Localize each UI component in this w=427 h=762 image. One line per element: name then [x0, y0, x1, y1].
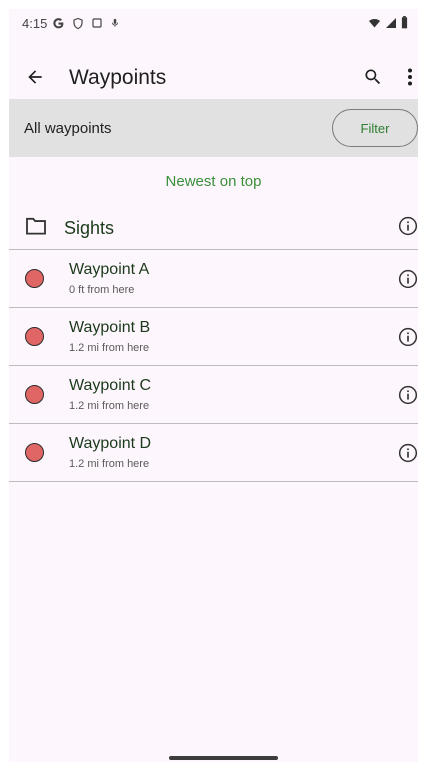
group-label: Sights: [64, 218, 115, 238]
arrow-back-icon: [28, 70, 42, 84]
waypoint-color-dot: [25, 269, 44, 288]
waypoint-distance: 1.2 mi from here: [69, 458, 150, 470]
list-item[interactable]: Waypoint D 1.2 mi from here: [9, 424, 418, 482]
vpn-shield-icon: [72, 17, 84, 30]
waypoint-distance: 1.2 mi from here: [69, 342, 150, 354]
google-icon: [52, 17, 65, 30]
waypoint-distance: 1.2 mi from here: [69, 400, 150, 412]
info-icon[interactable]: [398, 269, 418, 289]
list-item[interactable]: Waypoint B 1.2 mi from here: [9, 308, 418, 366]
waypoint-color-dot: [25, 385, 44, 404]
screen-icon: [91, 17, 103, 29]
info-icon[interactable]: [398, 216, 418, 236]
folder-icon: [25, 217, 47, 240]
waypoint-name: Waypoint D: [69, 435, 152, 452]
status-time: 4:15: [22, 15, 48, 31]
filter-button[interactable]: Filter: [332, 109, 418, 147]
waypoint-name: Waypoint B: [69, 319, 151, 336]
waypoint-name: Waypoint C: [69, 377, 152, 394]
waypoint-color-dot: [25, 443, 44, 462]
app-bar: Waypoints: [9, 49, 418, 105]
gesture-nav-handle[interactable]: [169, 756, 278, 760]
waypoint-distance: 0 ft from here: [69, 284, 135, 296]
search-icon: [365, 69, 381, 85]
status-bar: 4:15: [9, 9, 418, 37]
waypoint-name: Waypoint A: [69, 261, 150, 278]
wifi-icon: [368, 17, 381, 32]
status-icons-right: [368, 16, 408, 32]
status-icons-left: [52, 17, 120, 30]
waypoint-color-dot: [25, 327, 44, 346]
filter-label: All waypoints: [24, 120, 112, 137]
waypoint-list: Sights Waypoint A 0 ft from here Waypoin…: [9, 203, 418, 482]
group-row-sights[interactable]: Sights: [9, 203, 418, 250]
filter-bar: All waypoints Filter: [9, 99, 418, 157]
battery-icon: [401, 16, 408, 32]
info-icon[interactable]: [398, 385, 418, 405]
list-item[interactable]: Waypoint C 1.2 mi from here: [9, 366, 418, 424]
info-icon[interactable]: [398, 327, 418, 347]
search-button[interactable]: [359, 63, 387, 91]
page-title: Waypoints: [69, 66, 167, 89]
back-button[interactable]: [21, 63, 49, 91]
info-icon[interactable]: [398, 443, 418, 463]
sort-order-label[interactable]: Newest on top: [9, 173, 418, 190]
signal-icon: [385, 17, 397, 32]
list-item[interactable]: Waypoint A 0 ft from here: [9, 250, 418, 308]
screen: 4:15 Waypoints All waypoints Filter Newe…: [9, 9, 418, 762]
mic-icon: [110, 17, 120, 29]
more-options-button[interactable]: [402, 63, 418, 91]
more-vert-icon: [408, 68, 412, 86]
